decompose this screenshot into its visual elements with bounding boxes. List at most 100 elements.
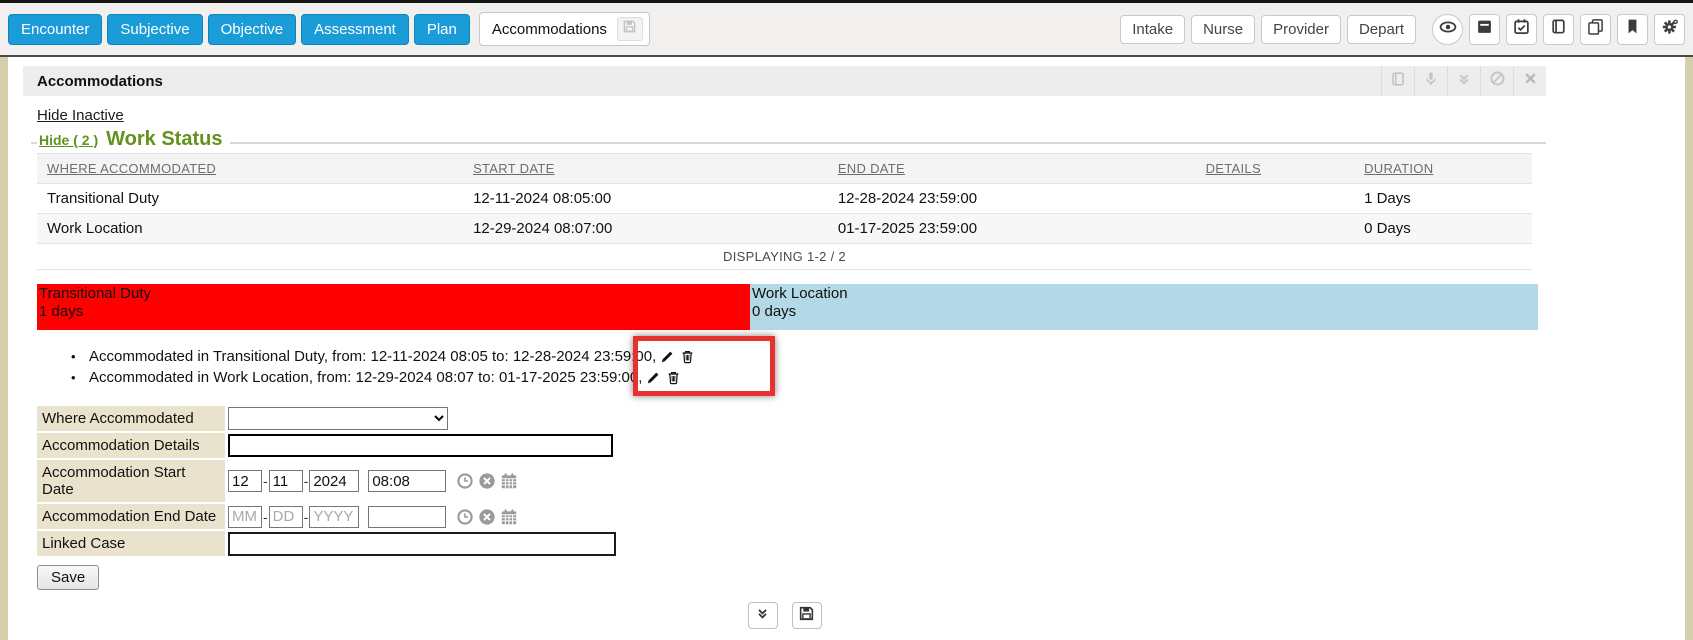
start-month-input[interactable] [228, 470, 262, 492]
bookmark-button[interactable] [1617, 14, 1648, 45]
date-separator: - [263, 473, 268, 489]
col-header-duration[interactable]: DURATION [1354, 154, 1532, 184]
clock-icon[interactable] [456, 508, 474, 526]
work-status-legend: Hide ( 2 ) Work Status [31, 128, 1546, 151]
delete-trash-icon[interactable] [680, 349, 695, 364]
main-area: Accommodations Hide Inactive Hide ( 2 ) … [0, 57, 1693, 640]
linked-case-input[interactable] [228, 532, 616, 556]
panel-cancel-button[interactable] [1480, 66, 1513, 96]
cell-details [1196, 214, 1354, 244]
save-button[interactable]: Save [37, 565, 99, 590]
start-day-input[interactable] [269, 470, 303, 492]
tab-encounter[interactable]: Encounter [8, 14, 102, 45]
cell-start: 12-11-2024 08:05:00 [463, 184, 828, 214]
calendar-check-button[interactable] [1506, 14, 1537, 45]
clock-icon[interactable] [456, 472, 474, 490]
edit-pencil-icon[interactable] [646, 370, 661, 385]
segment-duration: 0 days [752, 303, 1538, 321]
start-time-input[interactable] [368, 470, 446, 492]
col-header-end-date[interactable]: END DATE [828, 154, 1196, 184]
cell-duration: 1 Days [1354, 184, 1532, 214]
panel-dictate-button[interactable] [1414, 66, 1447, 96]
archive-button[interactable] [1469, 14, 1500, 45]
cell-duration: 0 Days [1354, 214, 1532, 244]
cell-details [1196, 184, 1354, 214]
intake-button[interactable]: Intake [1120, 15, 1185, 44]
settings-button[interactable] [1654, 14, 1685, 45]
bullet-icon: • [71, 346, 89, 367]
accommodation-form: Where Accommodated Accommodation Details… [37, 406, 1546, 556]
archive-box-icon [1476, 18, 1493, 40]
accommodation-timeline: Transitional Duty 1 days Work Location 0… [37, 284, 1538, 330]
entry-text: Accommodated in Transitional Duty, from:… [89, 346, 656, 367]
tab-objective[interactable]: Objective [208, 14, 297, 45]
where-accommodated-label: Where Accommodated [37, 406, 225, 431]
end-month-input[interactable] [228, 506, 262, 528]
nurse-button[interactable]: Nurse [1191, 15, 1255, 44]
calendar-icon[interactable] [500, 508, 518, 526]
col-header-where-accommodated[interactable]: WHERE ACCOMMODATED [37, 154, 463, 184]
linked-case-label: Linked Case [37, 531, 225, 556]
calendar-icon[interactable] [500, 472, 518, 490]
tab-plan[interactable]: Plan [414, 14, 470, 45]
end-time-input[interactable] [368, 506, 446, 528]
cell-end: 01-17-2025 23:59:00 [828, 214, 1196, 244]
table-paging-status: DISPLAYING 1-2 / 2 [37, 243, 1532, 270]
accommodations-panel-header: Accommodations [23, 66, 1546, 96]
book-icon [1390, 71, 1406, 92]
panel-close-button[interactable] [1513, 66, 1546, 96]
microphone-icon [1423, 71, 1439, 92]
clear-x-icon[interactable] [478, 472, 496, 490]
end-year-input[interactable] [309, 506, 359, 528]
accommodation-start-date-label: Accommodation Start Date [37, 460, 225, 502]
date-separator: - [263, 509, 268, 525]
panel-book-button[interactable] [1381, 66, 1414, 96]
cell-end: 12-28-2024 23:59:00 [828, 184, 1196, 214]
chevrons-down-icon [1456, 71, 1472, 92]
panel-collapse-button[interactable] [1447, 66, 1480, 96]
copy-button[interactable] [1580, 14, 1611, 45]
calendar-check-icon [1513, 18, 1530, 40]
date-separator: - [304, 509, 309, 525]
save-all-button[interactable] [792, 602, 822, 629]
segment-duration: 1 days [39, 303, 750, 321]
depart-button[interactable]: Depart [1347, 15, 1416, 44]
floppy-disk-icon [798, 605, 815, 627]
list-item: • Accommodated in Transitional Duty, fro… [71, 346, 1546, 367]
work-status-table: WHERE ACCOMMODATED START DATE END DATE D… [37, 153, 1532, 243]
accommodation-entries: • Accommodated in Transitional Duty, fro… [71, 346, 1546, 388]
table-row[interactable]: Transitional Duty 12-11-2024 08:05:00 12… [37, 184, 1532, 214]
bottom-actions [23, 602, 1546, 629]
tab-save-button[interactable] [617, 17, 643, 41]
tab-accommodations-active[interactable]: Accommodations [479, 12, 650, 46]
work-status-title: Work Status [106, 128, 222, 151]
book-button[interactable] [1543, 14, 1574, 45]
start-year-input[interactable] [309, 470, 359, 492]
where-accommodated-select[interactable] [228, 407, 448, 430]
date-separator: - [304, 473, 309, 489]
provider-button[interactable]: Provider [1261, 15, 1341, 44]
eye-button[interactable] [1432, 14, 1463, 45]
list-item: • Accommodated in Work Location, from: 1… [71, 367, 1546, 388]
hide-inactive-link[interactable]: Hide Inactive [37, 107, 124, 124]
tab-assessment[interactable]: Assessment [301, 14, 409, 45]
col-header-details[interactable]: DETAILS [1196, 154, 1354, 184]
col-header-start-date[interactable]: START DATE [463, 154, 828, 184]
end-day-input[interactable] [269, 506, 303, 528]
clear-x-icon[interactable] [478, 508, 496, 526]
panel-title: Accommodations [37, 73, 163, 90]
accommodation-details-input[interactable] [228, 434, 613, 457]
segment-label: Transitional Duty [39, 285, 750, 303]
expand-collapse-button[interactable] [748, 602, 778, 629]
edit-pencil-icon[interactable] [660, 349, 675, 364]
cell-where: Work Location [37, 214, 463, 244]
accommodation-end-date-label: Accommodation End Date [37, 504, 225, 529]
work-status-toggle-link[interactable]: Hide ( 2 ) [39, 132, 98, 148]
table-row[interactable]: Work Location 12-29-2024 08:07:00 01-17-… [37, 214, 1532, 244]
delete-trash-icon[interactable] [666, 370, 681, 385]
tab-subjective[interactable]: Subjective [107, 14, 202, 45]
gears-icon [1661, 18, 1679, 41]
cell-where: Transitional Duty [37, 184, 463, 214]
timeline-segment-transitional-duty: Transitional Duty 1 days [37, 284, 750, 330]
floppy-disk-icon [622, 19, 637, 39]
